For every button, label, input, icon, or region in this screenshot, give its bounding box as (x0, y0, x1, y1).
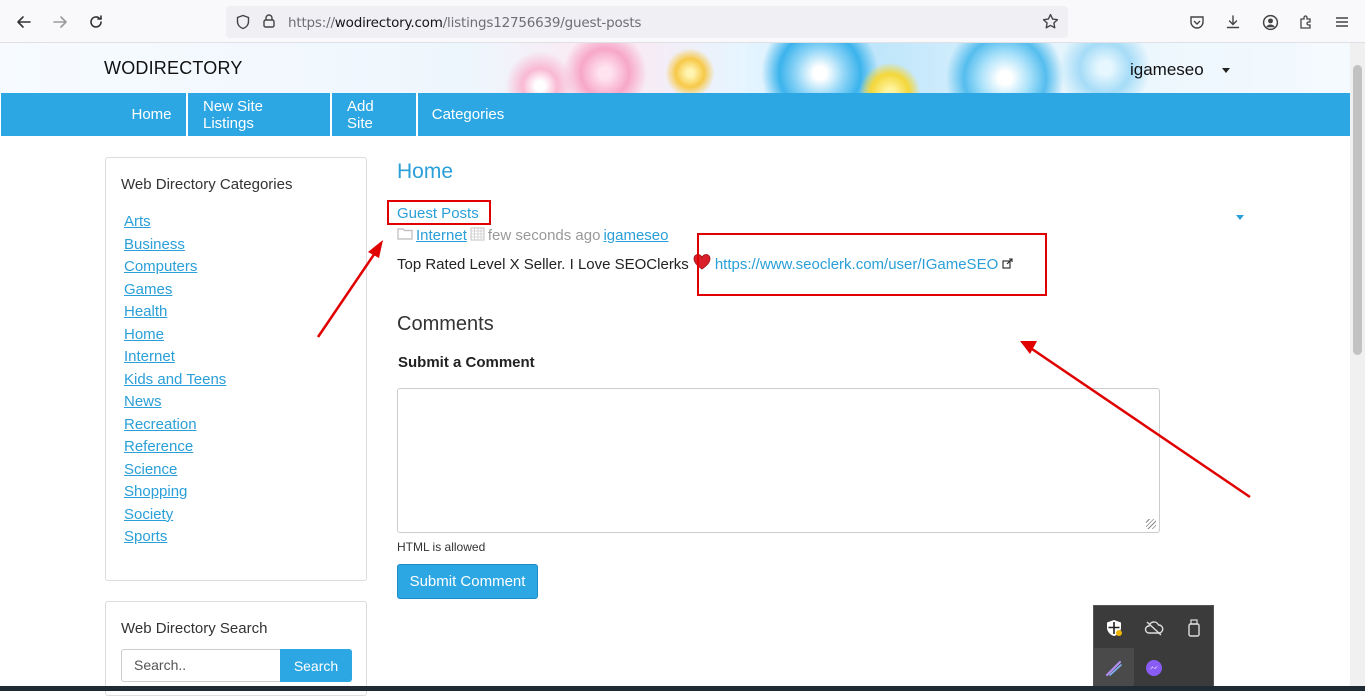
pocket-icon[interactable] (1186, 11, 1208, 33)
submit-comment-button[interactable]: Submit Comment (397, 564, 538, 599)
username: igameseo (1130, 60, 1204, 79)
resize-handle-icon[interactable] (1146, 519, 1156, 529)
list-item: News (124, 393, 226, 416)
url-text: https://wodirectory.com/listings12756639… (288, 15, 641, 31)
arrowhead-icon (368, 240, 383, 258)
scrollbar-thumb[interactable] (1353, 65, 1362, 355)
list-item: Reference (124, 438, 226, 461)
category-link-news[interactable]: News (124, 393, 162, 410)
list-item: Kids and Teens (124, 371, 226, 394)
arrowhead-icon (1020, 341, 1037, 354)
annotation-box-link (697, 233, 1047, 296)
nav-home[interactable]: Home (117, 93, 188, 136)
category-link-arts[interactable]: Arts (124, 213, 151, 230)
calendar-icon (470, 226, 485, 245)
category-list: Arts Business Computers Games Health Hom… (124, 213, 226, 551)
page-scrollbar[interactable] (1350, 43, 1365, 691)
category-link-internet[interactable]: Internet (124, 348, 175, 365)
list-item: Arts (124, 213, 226, 236)
listing-options-chevron-icon[interactable] (1236, 215, 1244, 220)
search-panel: Web Directory Search Search.. Search (105, 601, 367, 696)
shield-icon[interactable] (235, 14, 251, 35)
system-tray-popup (1093, 605, 1214, 691)
list-item: Home (124, 326, 226, 349)
search-input[interactable]: Search.. (121, 649, 281, 682)
extensions-icon[interactable] (1295, 11, 1317, 33)
reload-icon[interactable] (84, 10, 108, 34)
list-item: Sports (124, 528, 226, 551)
category-link-computers[interactable]: Computers (124, 258, 197, 275)
nav-new-site-listings[interactable]: New Site Listings (188, 93, 332, 136)
usb-drive-icon[interactable] (1174, 608, 1214, 648)
category-link-home[interactable]: Home (124, 326, 164, 343)
listing-author-link[interactable]: igameseo (603, 227, 668, 244)
category-link-kids-and-teens[interactable]: Kids and Teens (124, 371, 226, 388)
search-title: Web Directory Search (121, 620, 268, 637)
category-link-health[interactable]: Health (124, 303, 167, 320)
list-item: Society (124, 506, 226, 529)
folder-icon (397, 227, 413, 244)
category-link-society[interactable]: Society (124, 506, 173, 523)
browser-toolbar: https://wodirectory.com/listings12756639… (0, 0, 1365, 43)
header-decoration (665, 48, 715, 93)
main-nav: Home New Site Listings Add Site Categori… (1, 93, 1350, 136)
page-title: Home (397, 160, 454, 183)
categories-panel: Web Directory Categories Arts Business C… (105, 157, 367, 581)
listing-category-link[interactable]: Internet (416, 227, 467, 244)
list-item: Science (124, 461, 226, 484)
list-item: Computers (124, 258, 226, 281)
url-prefix: https:// (288, 15, 335, 31)
description-text: Top Rated Level X Seller. I Love SEOCler… (397, 255, 689, 273)
pen-app-icon[interactable] (1094, 648, 1134, 688)
site-logo[interactable]: WODIRECTORY (104, 58, 243, 79)
account-icon[interactable] (1259, 11, 1281, 33)
category-link-shopping[interactable]: Shopping (124, 483, 187, 500)
chevron-down-icon (1221, 67, 1230, 73)
category-link-sports[interactable]: Sports (124, 528, 167, 545)
taskbar (0, 686, 1365, 691)
comment-textarea[interactable] (397, 388, 1160, 533)
download-icon[interactable] (1222, 11, 1244, 33)
category-link-reference[interactable]: Reference (124, 438, 193, 455)
list-item: Recreation (124, 416, 226, 439)
address-bar[interactable]: https://wodirectory.com/listings12756639… (226, 6, 1068, 38)
bookmark-star-icon[interactable] (1042, 13, 1059, 35)
list-item: Business (124, 236, 226, 259)
categories-title: Web Directory Categories (121, 176, 293, 193)
security-shield-icon[interactable] (1094, 608, 1134, 648)
forward-icon[interactable] (48, 10, 72, 34)
messenger-icon[interactable] (1134, 648, 1174, 688)
back-icon[interactable] (12, 10, 36, 34)
menu-icon[interactable] (1331, 11, 1353, 33)
category-link-business[interactable]: Business (124, 236, 185, 253)
list-item: Games (124, 281, 226, 304)
listing-time: few seconds ago (487, 227, 601, 244)
category-link-recreation[interactable]: Recreation (124, 416, 197, 433)
html-allowed-note: HTML is allowed (397, 540, 486, 554)
site-header: WODIRECTORY igameseo (0, 43, 1350, 93)
list-item: Internet (124, 348, 226, 371)
url-path: /listings12756639/guest-posts (442, 15, 642, 31)
cloud-offline-icon[interactable] (1134, 608, 1174, 648)
category-link-science[interactable]: Science (124, 461, 177, 478)
nav-add-site[interactable]: Add Site (332, 93, 418, 136)
listing-meta: Internet few seconds ago igameseo (397, 226, 669, 245)
search-button[interactable]: Search (280, 649, 352, 682)
annotation-box-title (387, 200, 491, 225)
user-menu[interactable]: igameseo (1130, 60, 1230, 80)
comments-heading: Comments (397, 313, 494, 335)
url-domain: wodirectory.com (334, 15, 443, 31)
list-item: Shopping (124, 483, 226, 506)
nav-categories[interactable]: Categories (418, 93, 518, 136)
header-decoration (940, 43, 1070, 93)
header-decoration (560, 43, 650, 93)
category-link-games[interactable]: Games (124, 281, 172, 298)
submit-comment-heading: Submit a Comment (398, 354, 535, 371)
lock-icon[interactable] (261, 13, 277, 34)
list-item: Health (124, 303, 226, 326)
